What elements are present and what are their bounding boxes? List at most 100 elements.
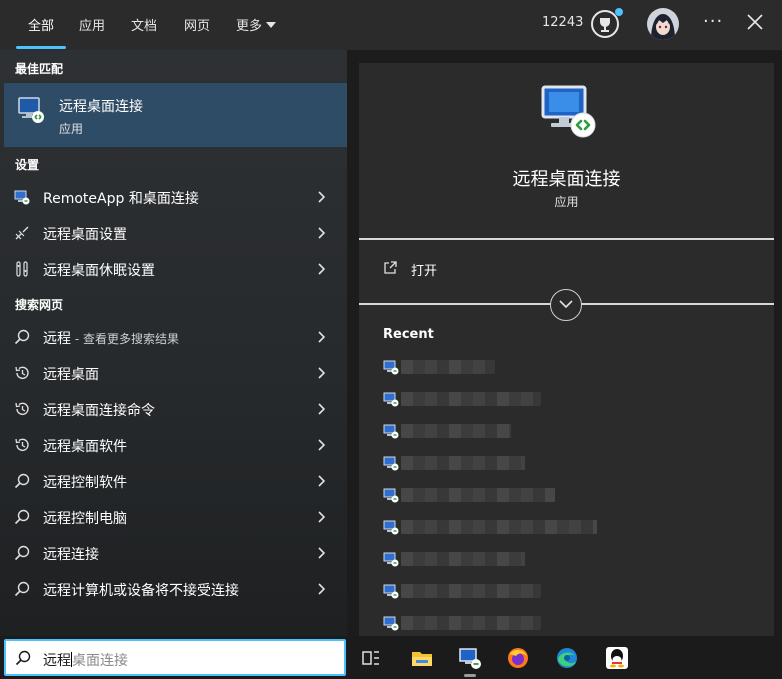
notification-dot bbox=[615, 8, 623, 16]
remote-desktop-taskbar-button[interactable] bbox=[458, 646, 482, 677]
remoteapp-icon bbox=[14, 190, 30, 205]
settings-item-label: 远程桌面休眠设置 bbox=[43, 263, 155, 279]
chevron-right-icon[interactable] bbox=[317, 403, 325, 415]
best-match-result[interactable]: 远程桌面连接 应用 bbox=[4, 83, 347, 147]
web-item-label: 远程控制电脑 bbox=[43, 511, 127, 527]
tab-more[interactable]: 更多 bbox=[236, 15, 277, 34]
web-item[interactable]: 远程桌面 bbox=[4, 356, 347, 390]
chevron-down-icon bbox=[266, 22, 277, 28]
settings-item-sleep[interactable]: 远程桌面休眠设置 bbox=[4, 252, 347, 286]
redacted-text bbox=[401, 392, 541, 406]
web-item-label: 远程计算机或设备将不接受连接 bbox=[43, 583, 239, 599]
recent-item[interactable] bbox=[383, 549, 763, 569]
app-type: 应用 bbox=[554, 195, 579, 209]
edge-icon[interactable] bbox=[555, 646, 579, 670]
web-item[interactable]: 远程控制电脑 bbox=[4, 500, 347, 534]
search-tabs-bar: 全部 应用 文档 网页 更多 12243 ··· bbox=[0, 0, 782, 50]
web-item[interactable]: 远程控制软件 bbox=[4, 464, 347, 498]
detail-panel: 远程桌面连接 应用 打开 Recent bbox=[359, 63, 774, 636]
firefox-icon[interactable] bbox=[506, 646, 530, 670]
web-item[interactable]: 远程桌面连接命令 bbox=[4, 392, 347, 426]
chevron-right-icon[interactable] bbox=[317, 263, 325, 275]
settings-item-remoteapp[interactable]: RemoteApp 和桌面连接 bbox=[4, 180, 347, 214]
search-icon bbox=[15, 650, 31, 666]
divider bbox=[359, 238, 774, 240]
app-name: 远程桌面连接 bbox=[512, 169, 621, 190]
chevron-right-icon[interactable] bbox=[317, 511, 325, 523]
remote-desktop-icon bbox=[383, 616, 399, 631]
task-view-icon[interactable] bbox=[359, 646, 383, 670]
settings-item-remote-desktop[interactable]: 远程桌面设置 bbox=[4, 216, 347, 250]
web-search-heading: 搜索网页 bbox=[15, 298, 64, 312]
web-item-label: 远程桌面 bbox=[43, 367, 99, 383]
file-explorer-icon[interactable] bbox=[410, 646, 434, 670]
recent-item[interactable] bbox=[383, 485, 763, 505]
tab-more-label: 更多 bbox=[236, 19, 263, 34]
ellipsis-icon[interactable]: ··· bbox=[703, 11, 723, 32]
open-icon bbox=[384, 261, 397, 274]
tab-apps[interactable]: 应用 bbox=[79, 15, 105, 34]
web-see-more: - 查看更多搜索结果 bbox=[71, 332, 179, 346]
remote-desktop-icon bbox=[383, 424, 399, 439]
search-typed: 远程 bbox=[43, 653, 71, 669]
search-suggestion: 桌面连接 bbox=[72, 653, 128, 669]
chevron-right-icon[interactable] bbox=[317, 191, 325, 203]
sleep-settings-icon bbox=[16, 261, 28, 277]
web-item-label: 远程控制软件 bbox=[43, 475, 127, 491]
recent-item[interactable] bbox=[383, 357, 763, 377]
remote-desktop-icon bbox=[383, 520, 399, 535]
search-icon bbox=[14, 509, 30, 525]
best-match-type: 应用 bbox=[59, 122, 84, 136]
recent-item[interactable] bbox=[383, 613, 763, 633]
web-item-label: 远程桌面连接命令 bbox=[43, 403, 155, 419]
tab-web[interactable]: 网页 bbox=[184, 15, 210, 34]
chevron-right-icon[interactable] bbox=[317, 547, 325, 559]
chevron-right-icon[interactable] bbox=[317, 583, 325, 595]
redacted-text bbox=[401, 456, 525, 470]
search-input[interactable]: 远程桌面连接 bbox=[43, 650, 128, 670]
web-item-label: 远程 - 查看更多搜索结果 bbox=[43, 328, 179, 348]
settings-item-label: RemoteApp 和桌面连接 bbox=[43, 191, 199, 207]
rewards-points[interactable]: 12243 bbox=[542, 15, 583, 30]
open-action[interactable]: 打开 bbox=[359, 243, 774, 293]
search-icon bbox=[14, 473, 30, 489]
expand-button[interactable] bbox=[550, 289, 582, 321]
search-box[interactable]: 远程桌面连接 bbox=[4, 639, 346, 676]
tab-documents[interactable]: 文档 bbox=[131, 15, 157, 34]
close-icon[interactable] bbox=[746, 13, 764, 31]
taskbar bbox=[347, 636, 782, 679]
chevron-right-icon[interactable] bbox=[317, 439, 325, 451]
search-icon bbox=[14, 545, 30, 561]
recent-item[interactable] bbox=[383, 453, 763, 473]
chevron-right-icon[interactable] bbox=[317, 227, 325, 239]
redacted-text bbox=[401, 616, 541, 630]
tab-all[interactable]: 全部 bbox=[28, 15, 54, 34]
settings-item-label: 远程桌面设置 bbox=[43, 227, 127, 243]
search-icon bbox=[14, 581, 30, 597]
settings-heading: 设置 bbox=[15, 158, 40, 172]
chevron-right-icon[interactable] bbox=[317, 475, 325, 487]
results-panel: 最佳匹配 远程桌面连接 应用 设置 RemoteApp 和桌面连接 远程桌面设置 bbox=[0, 50, 347, 636]
web-item-label: 远程桌面软件 bbox=[43, 439, 127, 455]
recent-item[interactable] bbox=[383, 517, 763, 537]
recent-item[interactable] bbox=[383, 389, 763, 409]
web-item[interactable]: 远程连接 bbox=[4, 536, 347, 570]
web-item-see-more[interactable]: 远程 - 查看更多搜索结果 bbox=[4, 320, 347, 354]
redacted-text bbox=[401, 360, 495, 374]
best-match-name: 远程桌面连接 bbox=[59, 99, 143, 115]
remote-desktop-icon bbox=[383, 360, 399, 375]
qq-icon[interactable] bbox=[605, 646, 629, 670]
user-avatar[interactable] bbox=[647, 8, 679, 40]
chevron-down-icon bbox=[559, 300, 573, 309]
remote-desktop-icon bbox=[383, 584, 399, 599]
open-label: 打开 bbox=[411, 264, 438, 279]
web-item[interactable]: 远程桌面软件 bbox=[4, 428, 347, 462]
recent-item[interactable] bbox=[383, 421, 763, 441]
chevron-right-icon[interactable] bbox=[317, 367, 325, 379]
web-item[interactable]: 远程计算机或设备将不接受连接 bbox=[4, 572, 347, 606]
chevron-right-icon[interactable] bbox=[317, 331, 325, 343]
recent-item[interactable] bbox=[383, 581, 763, 601]
history-icon bbox=[15, 366, 29, 379]
recent-heading: Recent bbox=[383, 327, 434, 342]
remote-desktop-icon bbox=[383, 488, 399, 503]
